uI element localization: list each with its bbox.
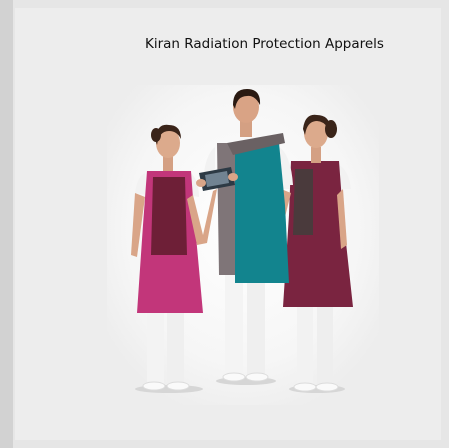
product-photo [107, 85, 379, 405]
apparel-illustration [107, 85, 379, 405]
page-caption: Kiran Radiation Protection Apparels [145, 36, 384, 52]
left-sidebar-strip [0, 0, 13, 448]
